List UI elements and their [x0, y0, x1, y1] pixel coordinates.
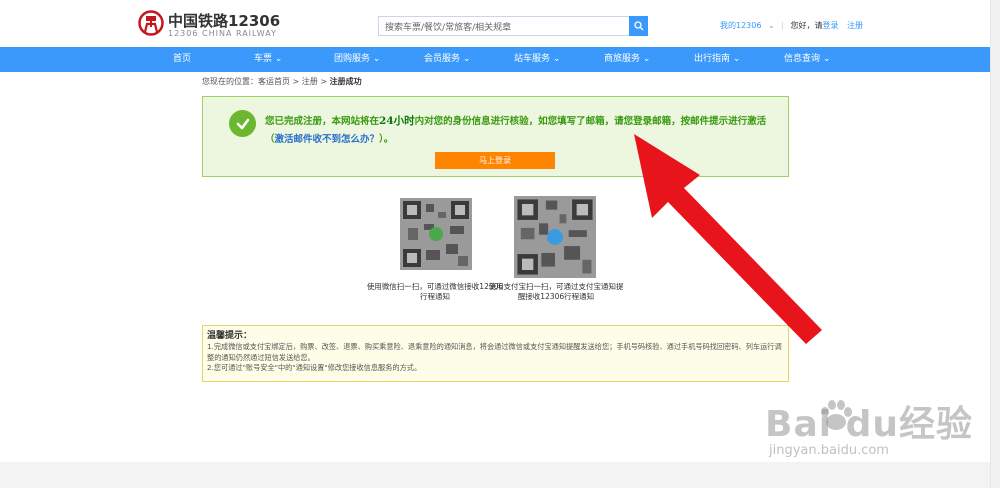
nav-item-guide[interactable]: 出行指南 ⌄: [694, 47, 740, 72]
baidu-watermark: Bai du经验 jingyan.baidu.com: [765, 395, 972, 465]
wechat-qr-caption: 使用微信扫一扫，可通过微信接收12306行程通知: [366, 282, 504, 301]
breadcrumb: 您现在的位置：客运首页 > 注册 > 注册成功: [202, 76, 362, 87]
chevron-down-icon: ⌄: [274, 54, 283, 64]
footer: [0, 462, 990, 488]
login-link[interactable]: 登录: [823, 21, 839, 30]
nav-label: 站车服务: [514, 54, 551, 64]
tips-line: 2.您可通过"账号安全"中的"通知设置"修改您接收信息服务的方式。: [207, 363, 422, 372]
breadcrumb-home[interactable]: 客运首页: [258, 77, 290, 86]
breadcrumb-prefix: 您现在的位置：: [202, 77, 258, 86]
scrollbar[interactable]: [990, 0, 1000, 488]
nav-label: 首页: [173, 54, 192, 64]
logo[interactable]: 中国铁路12306 12306 CHINA RAILWAY: [138, 8, 298, 40]
chevron-down-icon: ⌄: [732, 54, 741, 64]
success-text-b: 内对您的身份信息进行核验，如您填写了邮箱，请您登录邮箱，按邮件提示进行激活: [414, 116, 767, 127]
railway-logo-icon: [138, 10, 164, 36]
search-button[interactable]: [629, 16, 648, 36]
main-nav: 首页 车票 ⌄ 团购服务 ⌄ 会员服务 ⌄ 站车服务 ⌄ 商旅服务 ⌄ 出行指南…: [0, 47, 990, 72]
chevron-down-icon: ⌄: [462, 54, 471, 64]
watermark-brand: Bai du经验: [765, 404, 974, 445]
tips-title: 温馨提示：: [207, 331, 253, 341]
account-bar: 我的12306 ⌄ | 您好，请登录 注册: [720, 20, 863, 31]
alipay-qr-caption: 使用支付宝扫一扫，可通过支付宝通知提醒接收12306行程通知: [488, 282, 624, 301]
chevron-down-icon: ⌄: [642, 54, 651, 64]
divider: |: [781, 21, 784, 30]
chevron-down-icon[interactable]: ⌄: [768, 21, 775, 30]
logo-title: 中国铁路12306: [168, 12, 281, 30]
site-header: 中国铁路12306 12306 CHINA RAILWAY 搜索车票/餐饮/常旅…: [0, 0, 1000, 47]
success-panel: 您已完成注册，本网站将在24小时内对您的身份信息进行核验，如您填写了邮箱，请您登…: [202, 96, 789, 177]
nav-label: 车票: [254, 54, 273, 64]
nav-item-group[interactable]: 团购服务 ⌄: [334, 47, 380, 72]
chevron-down-icon: ⌄: [372, 54, 381, 64]
breadcrumb-sep: >: [290, 77, 302, 86]
breadcrumb-sep: >: [317, 77, 330, 86]
nav-label: 商旅服务: [604, 54, 641, 64]
breadcrumb-current: 注册成功: [329, 77, 362, 86]
tips-panel: 温馨提示： 1.完成微信或支付宝绑定后，购票、改签、退票、购买乘意险、退乘意险的…: [202, 325, 789, 382]
nav-item-business[interactable]: 商旅服务 ⌄: [604, 47, 650, 72]
paw-icon: [821, 400, 852, 430]
chevron-down-icon: ⌄: [822, 54, 831, 64]
greeting-text: 您好，请: [790, 21, 823, 30]
nav-item-info[interactable]: 信息查询 ⌄: [784, 47, 830, 72]
paren-close: ）。: [379, 134, 394, 145]
wechat-qr-code: [400, 198, 472, 270]
activation-help-link[interactable]: 激活邮件收不到怎么办？: [275, 134, 380, 145]
login-now-button[interactable]: 马上登录: [435, 152, 555, 169]
nav-label: 会员服务: [424, 54, 461, 64]
tips-line: 1.完成微信或支付宝绑定后，购票、改签、退票、购买乘意险、退乘意险的通知消息，将…: [207, 342, 782, 362]
search-input[interactable]: 搜索车票/餐饮/常旅客/相关规章: [378, 16, 630, 36]
success-hours: 24小时: [379, 115, 415, 127]
paren-open: （: [265, 134, 275, 145]
nav-item-tickets[interactable]: 车票 ⌄: [254, 47, 282, 72]
nav-item-home[interactable]: 首页: [173, 47, 191, 72]
chevron-down-icon: ⌄: [552, 54, 561, 64]
search-icon: [633, 21, 643, 31]
watermark-url: jingyan.baidu.com: [769, 443, 889, 458]
success-message: 您已完成注册，本网站将在24小时内对您的身份信息进行核验，如您填写了邮箱，请您登…: [265, 112, 785, 149]
my-account-link[interactable]: 我的12306: [720, 21, 761, 30]
breadcrumb-register[interactable]: 注册: [302, 77, 318, 86]
alipay-qr-code: [514, 196, 596, 278]
logo-subtitle: 12306 CHINA RAILWAY: [168, 29, 277, 38]
register-link[interactable]: 注册: [847, 21, 863, 30]
success-text-a: 您已完成注册，本网站将在: [265, 116, 380, 127]
nav-label: 出行指南: [694, 54, 731, 64]
nav-item-station[interactable]: 站车服务 ⌄: [514, 47, 560, 72]
check-icon: [229, 110, 256, 137]
nav-item-member[interactable]: 会员服务 ⌄: [424, 47, 470, 72]
nav-label: 团购服务: [334, 54, 371, 64]
nav-label: 信息查询: [784, 54, 821, 64]
